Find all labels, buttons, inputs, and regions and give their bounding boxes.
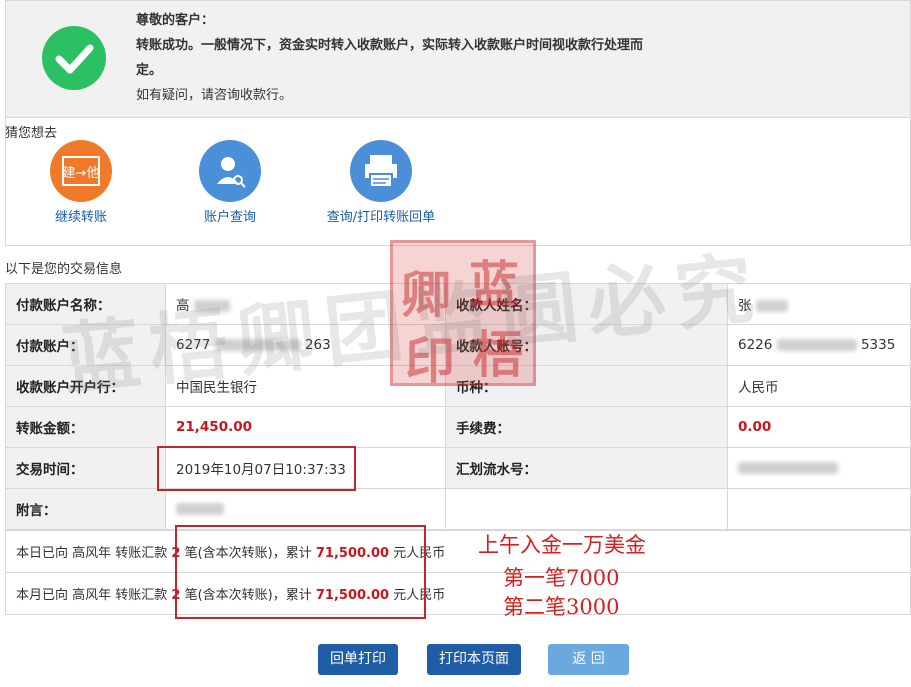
notice-text: 尊敬的客户： 转账成功。一般情况下，资金实时转入收款账户，实际转入收款账户时间视…	[136, 8, 696, 108]
notice-line-2: 定。	[136, 63, 163, 78]
stats-highlight-box	[175, 525, 426, 619]
seal-char: 印	[405, 331, 455, 390]
payee-account-start: 6226	[738, 337, 773, 353]
payee-account-value: 6226 5335	[727, 324, 911, 366]
time-highlight-box	[157, 446, 356, 491]
printer-icon[interactable]	[350, 140, 412, 202]
payer-name-label: 付款账户名称：	[5, 283, 166, 325]
notice-line-3: 如有疑问，请咨询收款行。	[136, 88, 293, 103]
masked-value	[776, 339, 857, 351]
fee-value: 0.00	[727, 406, 911, 448]
time-label: 交易时间：	[5, 447, 166, 489]
masked-value	[214, 339, 301, 351]
currency-value: 人民币	[727, 365, 911, 407]
table-row: 附言：	[5, 488, 911, 530]
serial-value	[727, 447, 911, 489]
shortcut-label[interactable]: 继续转账	[47, 206, 115, 225]
continue-transfer-shortcut[interactable]: 建→他 继续转账	[47, 140, 115, 225]
amount-value: 21,450.00	[165, 406, 446, 448]
masked-value	[193, 300, 230, 312]
payer-account-label: 付款账户：	[5, 324, 166, 366]
today-prefix: 本日已向 高风年 转账汇款	[16, 546, 168, 561]
bank-label: 收款账户开户行：	[5, 365, 166, 407]
receipt-print-button[interactable]: 回单打印	[318, 644, 398, 675]
notice-greeting: 尊敬的客户：	[136, 13, 215, 28]
amount-label: 转账金额：	[5, 406, 166, 448]
empty-cell	[445, 488, 728, 530]
user-search-icon[interactable]	[199, 140, 261, 202]
payer-account-start: 6277	[176, 337, 211, 353]
notice-line-1: 转账成功。一般情况下，资金实时转入收款账户，实际转入收款账户时间视收款行处理而	[136, 38, 644, 53]
month-prefix: 本月已向 高风年 转账汇款	[16, 588, 168, 603]
payee-account-end: 5335	[860, 337, 896, 353]
table-row: 交易时间： 2019年10月07日10:37:33 汇划流水号：	[5, 447, 911, 489]
handwritten-note-1: 上午入金一万美金	[478, 533, 646, 557]
shortcut-label[interactable]: 账户查询	[192, 206, 268, 225]
masked-value	[738, 462, 838, 474]
success-check-icon	[42, 26, 106, 90]
success-notice: 尊敬的客户： 转账成功。一般情况下，资金实时转入收款账户，实际转入收款账户时间视…	[5, 0, 911, 118]
today-stats: 本日已向 高风年 转账汇款 2 笔(含本次转账)，累计 71,500.00 元人…	[5, 530, 911, 573]
shortcut-label[interactable]: 查询/打印转账回单	[318, 206, 444, 225]
print-page-button[interactable]: 打印本页面	[427, 644, 521, 675]
serial-label: 汇划流水号：	[445, 447, 728, 489]
seal-char: 卿	[401, 265, 451, 324]
table-row: 本日已向 高风年 转账汇款 2 笔(含本次转账)，累计 71,500.00 元人…	[5, 530, 911, 573]
handwritten-note-3: 第二笔3000	[503, 595, 620, 619]
seal-char: 蓝	[469, 255, 519, 314]
transaction-info-title: 以下是您的交易信息	[5, 262, 123, 277]
payee-name-value: 张	[727, 283, 911, 325]
note-label: 附言：	[5, 488, 166, 530]
seal-char: 梧	[473, 325, 523, 384]
table-row: 本月已向 高风年 转账汇款 2 笔(含本次转账)，累计 71,500.00 元人…	[5, 572, 911, 615]
print-receipt-shortcut[interactable]: 查询/打印转账回单	[318, 140, 444, 225]
note-value	[165, 488, 446, 530]
payer-name-text: 高	[176, 298, 190, 314]
seal-stamp: 卿 蓝 印 梧	[390, 240, 536, 390]
payee-name-text: 张	[738, 298, 752, 314]
transfer-icon-text: 建→他	[63, 166, 100, 181]
masked-value	[755, 300, 788, 312]
transfer-icon[interactable]: 建→他	[50, 140, 112, 202]
transfer-stats-table: 本日已向 高风年 转账汇款 2 笔(含本次转账)，累计 71,500.00 元人…	[5, 530, 911, 615]
account-query-shortcut[interactable]: 账户查询	[192, 140, 268, 225]
back-button[interactable]: 返 回	[548, 644, 629, 675]
payer-account-end: 263	[304, 337, 331, 353]
guess-title: 猜您想去	[5, 126, 58, 141]
masked-value	[176, 503, 224, 515]
month-stats: 本月已向 高风年 转账汇款 2 笔(含本次转账)，累计 71,500.00 元人…	[5, 572, 911, 615]
guess-panel	[5, 118, 911, 246]
handwritten-note-2: 第一笔7000	[503, 566, 620, 590]
fee-label: 手续费：	[445, 406, 728, 448]
empty-cell	[727, 488, 911, 530]
table-row: 转账金额： 21,450.00 手续费： 0.00	[5, 406, 911, 448]
